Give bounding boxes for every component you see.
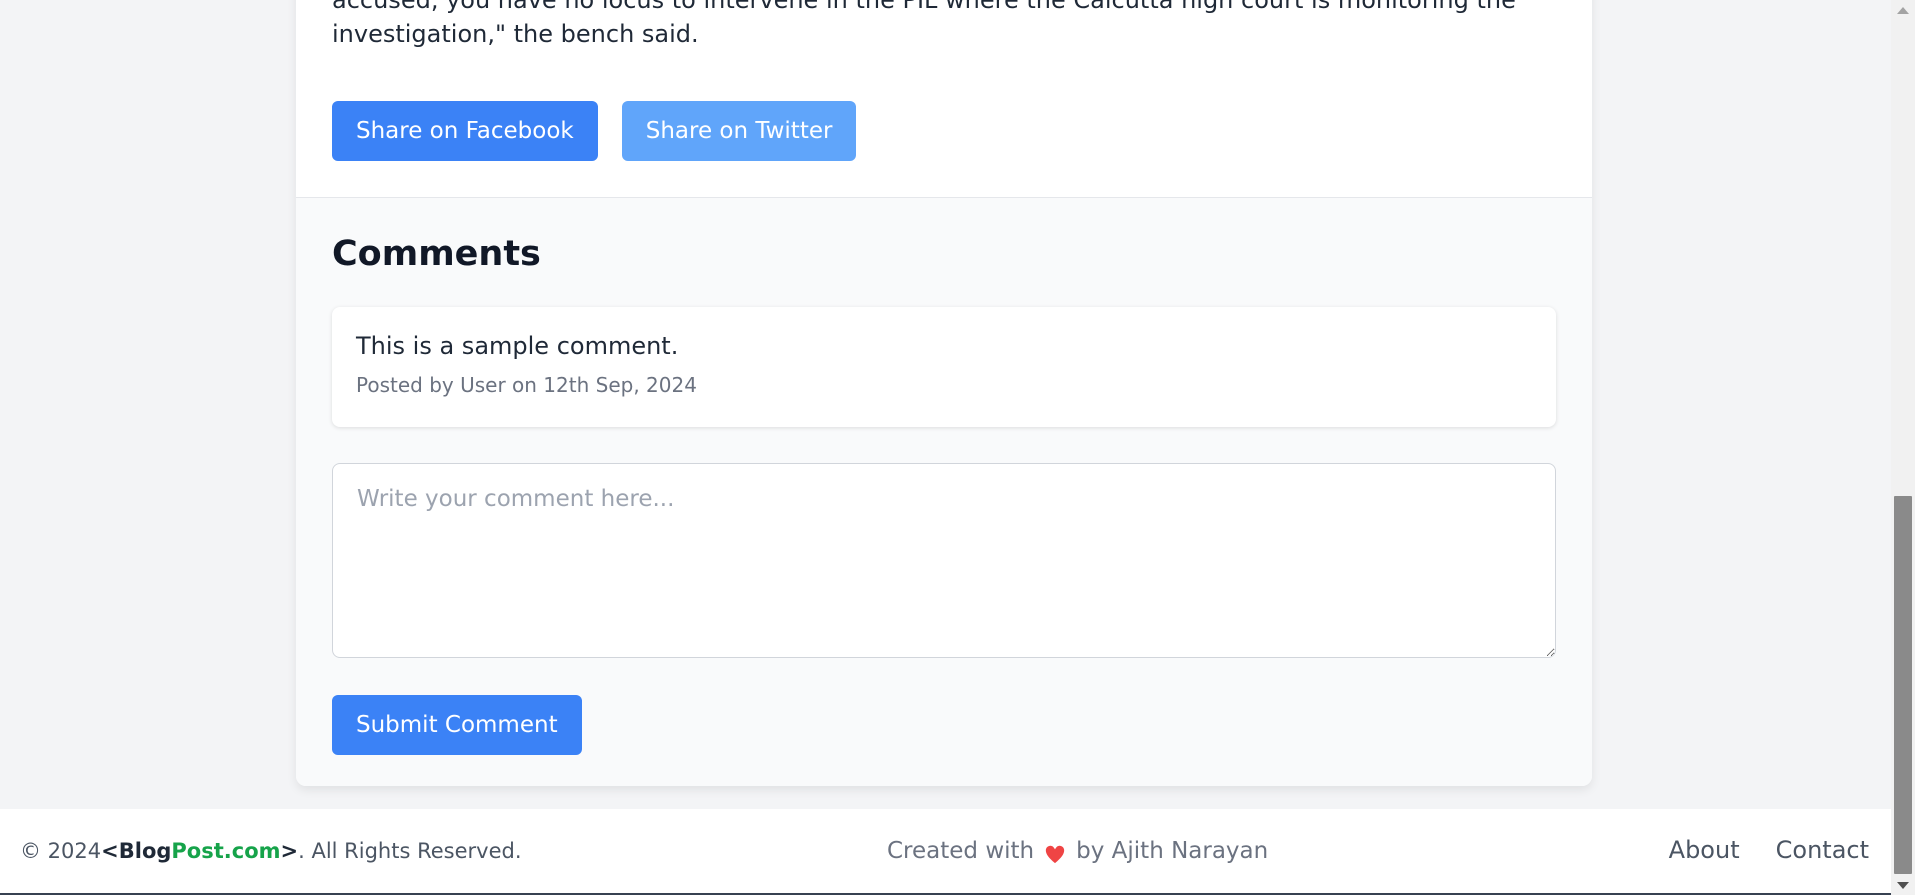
scroll-down-arrow-icon[interactable]	[1891, 875, 1915, 895]
comment-text: This is a sample comment.	[356, 332, 679, 360]
share-facebook-button[interactable]: Share on Facebook	[332, 101, 598, 161]
footer-link-about[interactable]: About	[1669, 836, 1740, 864]
footer-credit: Created with by Ajith Narayan	[887, 837, 1268, 865]
heart-icon	[1045, 845, 1065, 864]
comments-title: Comments	[332, 234, 541, 274]
footer-nav: About Contact	[1669, 836, 1869, 864]
comments-section: Comments This is a sample comment. Poste…	[296, 197, 1592, 786]
brand-post: Post.com	[171, 839, 281, 863]
footer-copyright: © 2024<BlogPost.com>. All Rights Reserve…	[20, 839, 522, 863]
comment-meta: Posted by User on 12th Sep, 2024	[356, 373, 697, 397]
article-card: accused, you have no locus to intervene …	[296, 0, 1592, 786]
scrollbar-thumb[interactable]	[1894, 496, 1912, 874]
copyright-prefix: © 2024	[20, 839, 102, 863]
submit-comment-button[interactable]: Submit Comment	[332, 695, 582, 755]
brand-open-bracket: <	[101, 839, 119, 863]
brand-blog: Blog	[118, 839, 172, 863]
vertical-scrollbar[interactable]	[1891, 0, 1915, 895]
brand-close-bracket: >	[280, 839, 299, 863]
copyright-suffix: . All Rights Reserved.	[298, 839, 522, 863]
comment-item: This is a sample comment. Posted by User…	[332, 307, 1556, 427]
share-twitter-button[interactable]: Share on Twitter	[621, 101, 857, 161]
article-text-last-line: investigation," the bench said.	[332, 20, 699, 48]
share-buttons: Share on Facebook Share on Twitter	[332, 101, 857, 161]
page-viewport: accused, you have no locus to intervene …	[0, 0, 1891, 895]
created-by-text: by Ajith Narayan	[1076, 838, 1269, 864]
created-with-text: Created with	[887, 838, 1035, 864]
footer-link-contact[interactable]: Contact	[1776, 836, 1869, 864]
comment-textarea[interactable]	[332, 463, 1556, 658]
site-footer: © 2024<BlogPost.com>. All Rights Reserve…	[0, 809, 1891, 895]
scroll-up-arrow-icon[interactable]	[1891, 0, 1915, 20]
